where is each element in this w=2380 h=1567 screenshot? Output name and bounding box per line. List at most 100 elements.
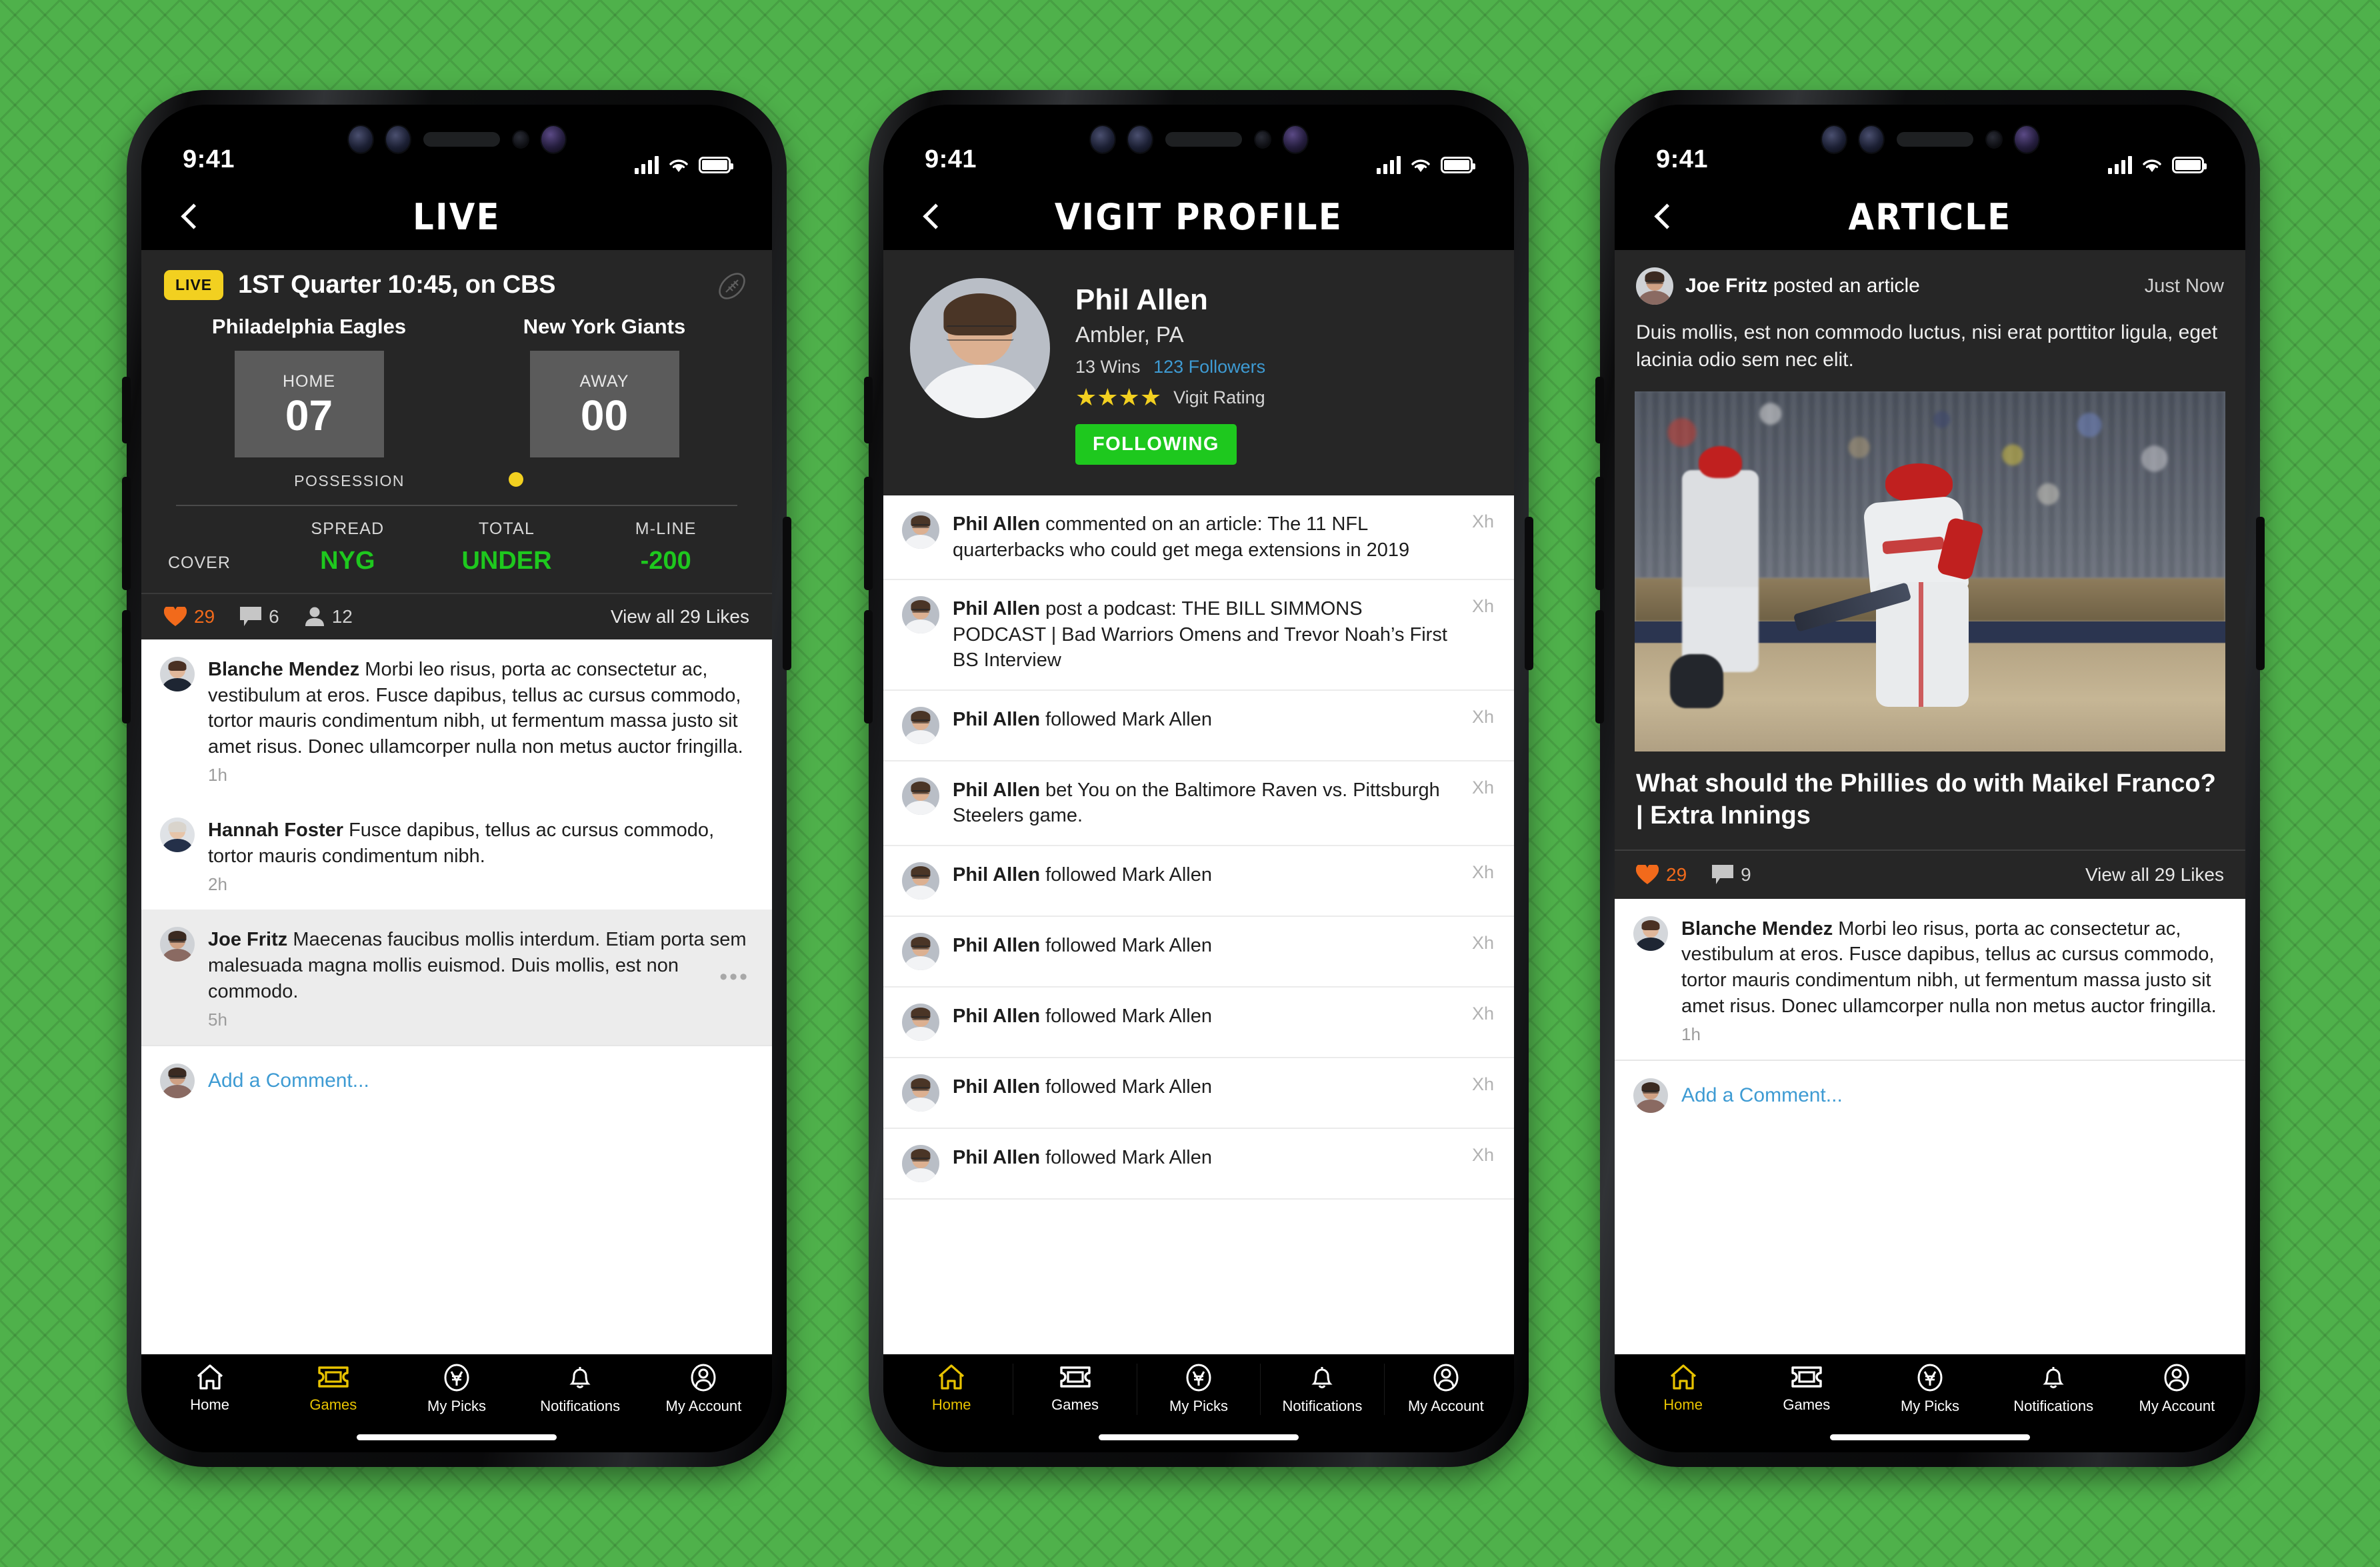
volume-down-button[interactable]: [1595, 610, 1604, 723]
comment-item[interactable]: Joe Fritz Maecenas faucibus mollis inter…: [141, 910, 772, 1046]
tab-my-picks[interactable]: My Picks: [1136, 1364, 1260, 1415]
mute-switch[interactable]: [864, 377, 873, 443]
status-time: 9:41: [1656, 145, 1709, 173]
profile-name: Phil Allen: [1075, 283, 1208, 316]
currency-oval-icon: [1186, 1364, 1211, 1392]
score-value: 00: [580, 391, 629, 439]
tab-games[interactable]: Games: [271, 1364, 395, 1415]
tab-my-picks[interactable]: My Picks: [395, 1364, 518, 1415]
odds-column-total[interactable]: TOTAL UNDER: [427, 519, 587, 575]
viewer-stat[interactable]: 12: [305, 606, 353, 627]
comment-stat[interactable]: 9: [1712, 864, 1751, 886]
avatar: [902, 932, 939, 970]
comments-list: Blanche Mendez Morbi leo risus, porta ac…: [141, 639, 772, 1354]
comment-text: Blanche Mendez Morbi leo risus, porta ac…: [1681, 916, 2224, 1019]
comment-text: Blanche Mendez Morbi leo risus, porta ac…: [208, 657, 751, 759]
article-title[interactable]: What should the Phillies do with Maikel …: [1615, 751, 2245, 850]
tab-notifications[interactable]: Notifications: [1260, 1364, 1383, 1415]
list-item[interactable]: Phil Allen followed Mark Allen Xh: [883, 917, 1514, 988]
add-comment-row[interactable]: Add a Comment...: [1615, 1060, 2245, 1134]
tab-notifications[interactable]: Notifications: [1992, 1364, 2115, 1415]
volume-up-button[interactable]: [1595, 477, 1604, 590]
mute-switch[interactable]: [1595, 377, 1604, 443]
tab-my-picks[interactable]: My Picks: [1868, 1364, 1991, 1415]
like-stat[interactable]: 29: [164, 606, 215, 627]
add-comment-input[interactable]: Add a Comment...: [208, 1070, 369, 1092]
list-item[interactable]: Phil Allen bet You on the Baltimore Rave…: [883, 761, 1514, 846]
list-item[interactable]: Phil Allen followed Mark Allen Xh: [883, 691, 1514, 761]
tab-games[interactable]: Games: [1745, 1364, 1868, 1415]
like-stat[interactable]: 29: [1636, 864, 1687, 886]
team-name: Philadelphia Eagles: [211, 315, 407, 338]
volume-down-button[interactable]: [122, 610, 131, 723]
comment-stat[interactable]: 6: [240, 606, 279, 627]
more-options-icon[interactable]: •••: [719, 966, 749, 988]
comment-item[interactable]: Blanche Mendez Morbi leo risus, porta ac…: [141, 639, 772, 800]
screen-content-live: LIVE 1ST Quarter 10:45, on CBS Philadelp…: [141, 250, 772, 1354]
status-indicators: [635, 156, 733, 174]
list-item[interactable]: Phil Allen followed Mark Allen Xh: [883, 846, 1514, 917]
power-button[interactable]: [1525, 517, 1533, 670]
activity-timestamp: Xh: [1471, 932, 1494, 953]
odds-column-spread[interactable]: SPREAD NYG: [268, 519, 427, 575]
activity-action: followed Mark Allen: [1040, 864, 1212, 886]
list-item[interactable]: Phil Allen commented on an article: The …: [883, 495, 1514, 581]
tab-home[interactable]: Home: [148, 1364, 271, 1415]
add-comment-row[interactable]: Add a Comment...: [141, 1045, 772, 1119]
volume-down-button[interactable]: [864, 610, 873, 723]
comment-author: Blanche Mendez: [1681, 918, 1833, 940]
view-all-likes-link[interactable]: View all 29 Likes: [611, 606, 749, 627]
possession-dot-icon: [509, 472, 523, 487]
like-count: 29: [194, 606, 215, 627]
phone-device-profile: 9:41 VIGIT PROFILE Phil Allen Ambler, PA…: [864, 90, 1533, 1467]
status-bar: 9:41: [1615, 105, 2245, 183]
bell-icon: [2043, 1367, 2064, 1388]
mute-switch[interactable]: [122, 377, 131, 443]
tab-games[interactable]: Games: [1013, 1364, 1136, 1415]
tab-my-account[interactable]: My Account: [1383, 1364, 1507, 1415]
avatar[interactable]: [1636, 267, 1673, 305]
cellular-bars-icon: [1377, 156, 1401, 174]
list-item[interactable]: Phil Allen followed Mark Allen Xh: [883, 1129, 1514, 1200]
bottom-tab-bar: Home Games My Picks Notifications My Acc…: [1615, 1354, 2245, 1422]
home-indicator[interactable]: [141, 1422, 772, 1452]
avatar: [160, 1064, 195, 1099]
game-status-text: 1ST Quarter 10:45, on CBS: [238, 271, 556, 299]
followers-count[interactable]: 123 Followers: [1153, 357, 1265, 377]
power-button[interactable]: [2256, 517, 2265, 670]
article-image[interactable]: [1635, 391, 2225, 751]
power-button[interactable]: [783, 517, 791, 670]
activity-actor: Phil Allen: [953, 1005, 1041, 1027]
home-icon: [1670, 1364, 1696, 1390]
like-count: 29: [1666, 864, 1687, 885]
tab-home[interactable]: Home: [890, 1364, 1013, 1415]
comment-message: Maecenas faucibus mollis interdum. Etiam…: [208, 929, 747, 1002]
bottom-tab-bar: Home Games My Picks Notifications My Acc…: [141, 1354, 772, 1422]
odds-column-moneyline[interactable]: M-LINE -200: [586, 519, 745, 575]
home-indicator[interactable]: [1615, 1422, 2245, 1452]
tab-home[interactable]: Home: [1621, 1364, 1745, 1415]
activity-actor: Phil Allen: [953, 708, 1041, 730]
comment-item[interactable]: Hannah Foster Fusce dapibus, tellus ac c…: [141, 800, 772, 910]
profile-stats: 13 Wins 123 Followers: [1075, 357, 1265, 377]
view-all-likes-link[interactable]: View all 29 Likes: [2085, 864, 2224, 886]
volume-up-button[interactable]: [864, 477, 873, 590]
wifi-icon: [1411, 159, 1430, 172]
phone-screen-article: 9:41 ARTICLE Joe Fritz posted an article: [1615, 105, 2245, 1452]
heart-icon: [164, 607, 187, 626]
avatar[interactable]: [910, 278, 1050, 418]
list-item[interactable]: Phil Allen followed Mark Allen Xh: [883, 988, 1514, 1058]
comment-item[interactable]: Blanche Mendez Morbi leo risus, porta ac…: [1615, 899, 2245, 1060]
list-item[interactable]: Phil Allen post a podcast: THE BILL SIMM…: [883, 580, 1514, 691]
activity-timestamp: Xh: [1471, 1074, 1494, 1094]
home-indicator[interactable]: [883, 1422, 1514, 1452]
tab-notifications[interactable]: Notifications: [519, 1364, 642, 1415]
tab-my-account[interactable]: My Account: [2115, 1364, 2239, 1415]
volume-up-button[interactable]: [122, 477, 131, 590]
add-comment-input[interactable]: Add a Comment...: [1681, 1084, 1843, 1107]
follow-button[interactable]: FOLLOWING: [1075, 424, 1237, 465]
teams-row: Philadelphia Eagles HOME 07 New York Gia…: [141, 308, 772, 457]
tab-my-account[interactable]: My Account: [642, 1364, 765, 1415]
list-item[interactable]: Phil Allen followed Mark Allen Xh: [883, 1058, 1514, 1129]
engagement-bar: 29 9 View all 29 Likes: [1615, 849, 2245, 899]
